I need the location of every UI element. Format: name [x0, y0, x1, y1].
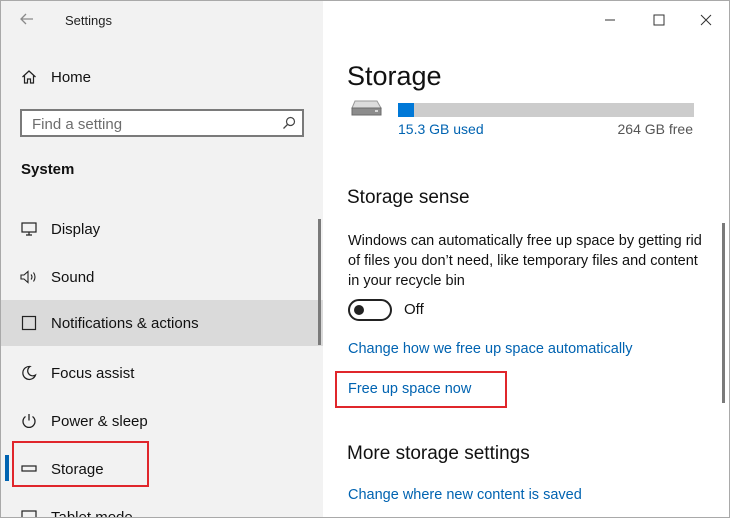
- sidebar-item-label: Display: [51, 220, 101, 238]
- hard-drive-icon: [351, 100, 382, 116]
- notification-icon: [19, 313, 39, 333]
- settings-window: Settings Home Find a setting System Disp…: [0, 0, 730, 518]
- change-save-location-link[interactable]: Change where new content is saved: [348, 487, 582, 503]
- home-icon: [22, 70, 36, 84]
- section-heading: System: [21, 161, 75, 178]
- sidebar-scrollbar[interactable]: [318, 219, 321, 345]
- sidebar-item-label: Tablet mode: [51, 508, 133, 518]
- toggle-knob: [354, 305, 364, 315]
- tablet-icon: [19, 507, 39, 517]
- back-arrow-icon: [20, 13, 33, 25]
- maximize-icon: [653, 14, 665, 26]
- minimize-icon: [605, 19, 615, 21]
- search-placeholder: Find a setting: [32, 116, 123, 133]
- content-scrollbar[interactable]: [722, 223, 725, 403]
- page-title: Storage: [347, 61, 442, 91]
- storage-usage-bar: [398, 103, 694, 117]
- storage-sense-heading: Storage sense: [347, 187, 470, 208]
- sidebar-item-power-sleep[interactable]: Power & sleep: [1, 398, 323, 444]
- sidebar-item-label: Focus assist: [51, 364, 135, 382]
- annotation-highlight-free-up: [335, 371, 507, 408]
- sidebar-item-label: Sound: [51, 268, 95, 286]
- annotation-highlight-storage: [12, 441, 149, 487]
- sidebar-item-label: Notifications & actions: [51, 314, 199, 332]
- minimize-button[interactable]: [595, 9, 625, 31]
- used-space-link[interactable]: 15.3 GB used: [398, 121, 484, 137]
- sidebar-item-focus-assist[interactable]: Focus assist: [1, 350, 323, 396]
- storage-sense-description: Windows can automatically free up space …: [348, 233, 702, 289]
- home-nav-item[interactable]: Home: [21, 65, 91, 89]
- monitor-icon: [19, 219, 39, 239]
- moon-icon: [19, 363, 39, 383]
- sidebar-item-notifications[interactable]: Notifications & actions: [1, 300, 323, 346]
- search-icon[interactable]: [282, 116, 296, 130]
- power-icon: [19, 411, 39, 431]
- sidebar-item-sound[interactable]: Sound: [1, 254, 323, 300]
- sidebar-item-label: Power & sleep: [51, 412, 148, 430]
- back-button[interactable]: [15, 7, 39, 31]
- toggle-state-label: Off: [404, 301, 424, 318]
- change-free-up-link[interactable]: Change how we free up space automaticall…: [348, 341, 633, 357]
- storage-usage-fill: [398, 103, 415, 117]
- app-title: Settings: [65, 13, 112, 28]
- home-label: Home: [51, 68, 92, 86]
- close-icon: [700, 14, 712, 26]
- search-input[interactable]: Find a setting: [20, 109, 304, 137]
- sidebar: Settings Home Find a setting System Disp…: [1, 1, 323, 517]
- main-content: Storage 15.3 GB used 264 GB free Storage…: [323, 1, 729, 517]
- close-button[interactable]: [691, 9, 721, 31]
- speaker-icon: [19, 267, 39, 287]
- storage-sense-toggle[interactable]: [348, 299, 392, 321]
- maximize-button[interactable]: [644, 9, 674, 31]
- free-space-label: 264 GB free: [617, 121, 694, 137]
- sidebar-item-tablet-mode[interactable]: Tablet mode: [1, 494, 323, 517]
- more-storage-heading: More storage settings: [347, 443, 530, 464]
- sidebar-item-display[interactable]: Display: [1, 206, 323, 252]
